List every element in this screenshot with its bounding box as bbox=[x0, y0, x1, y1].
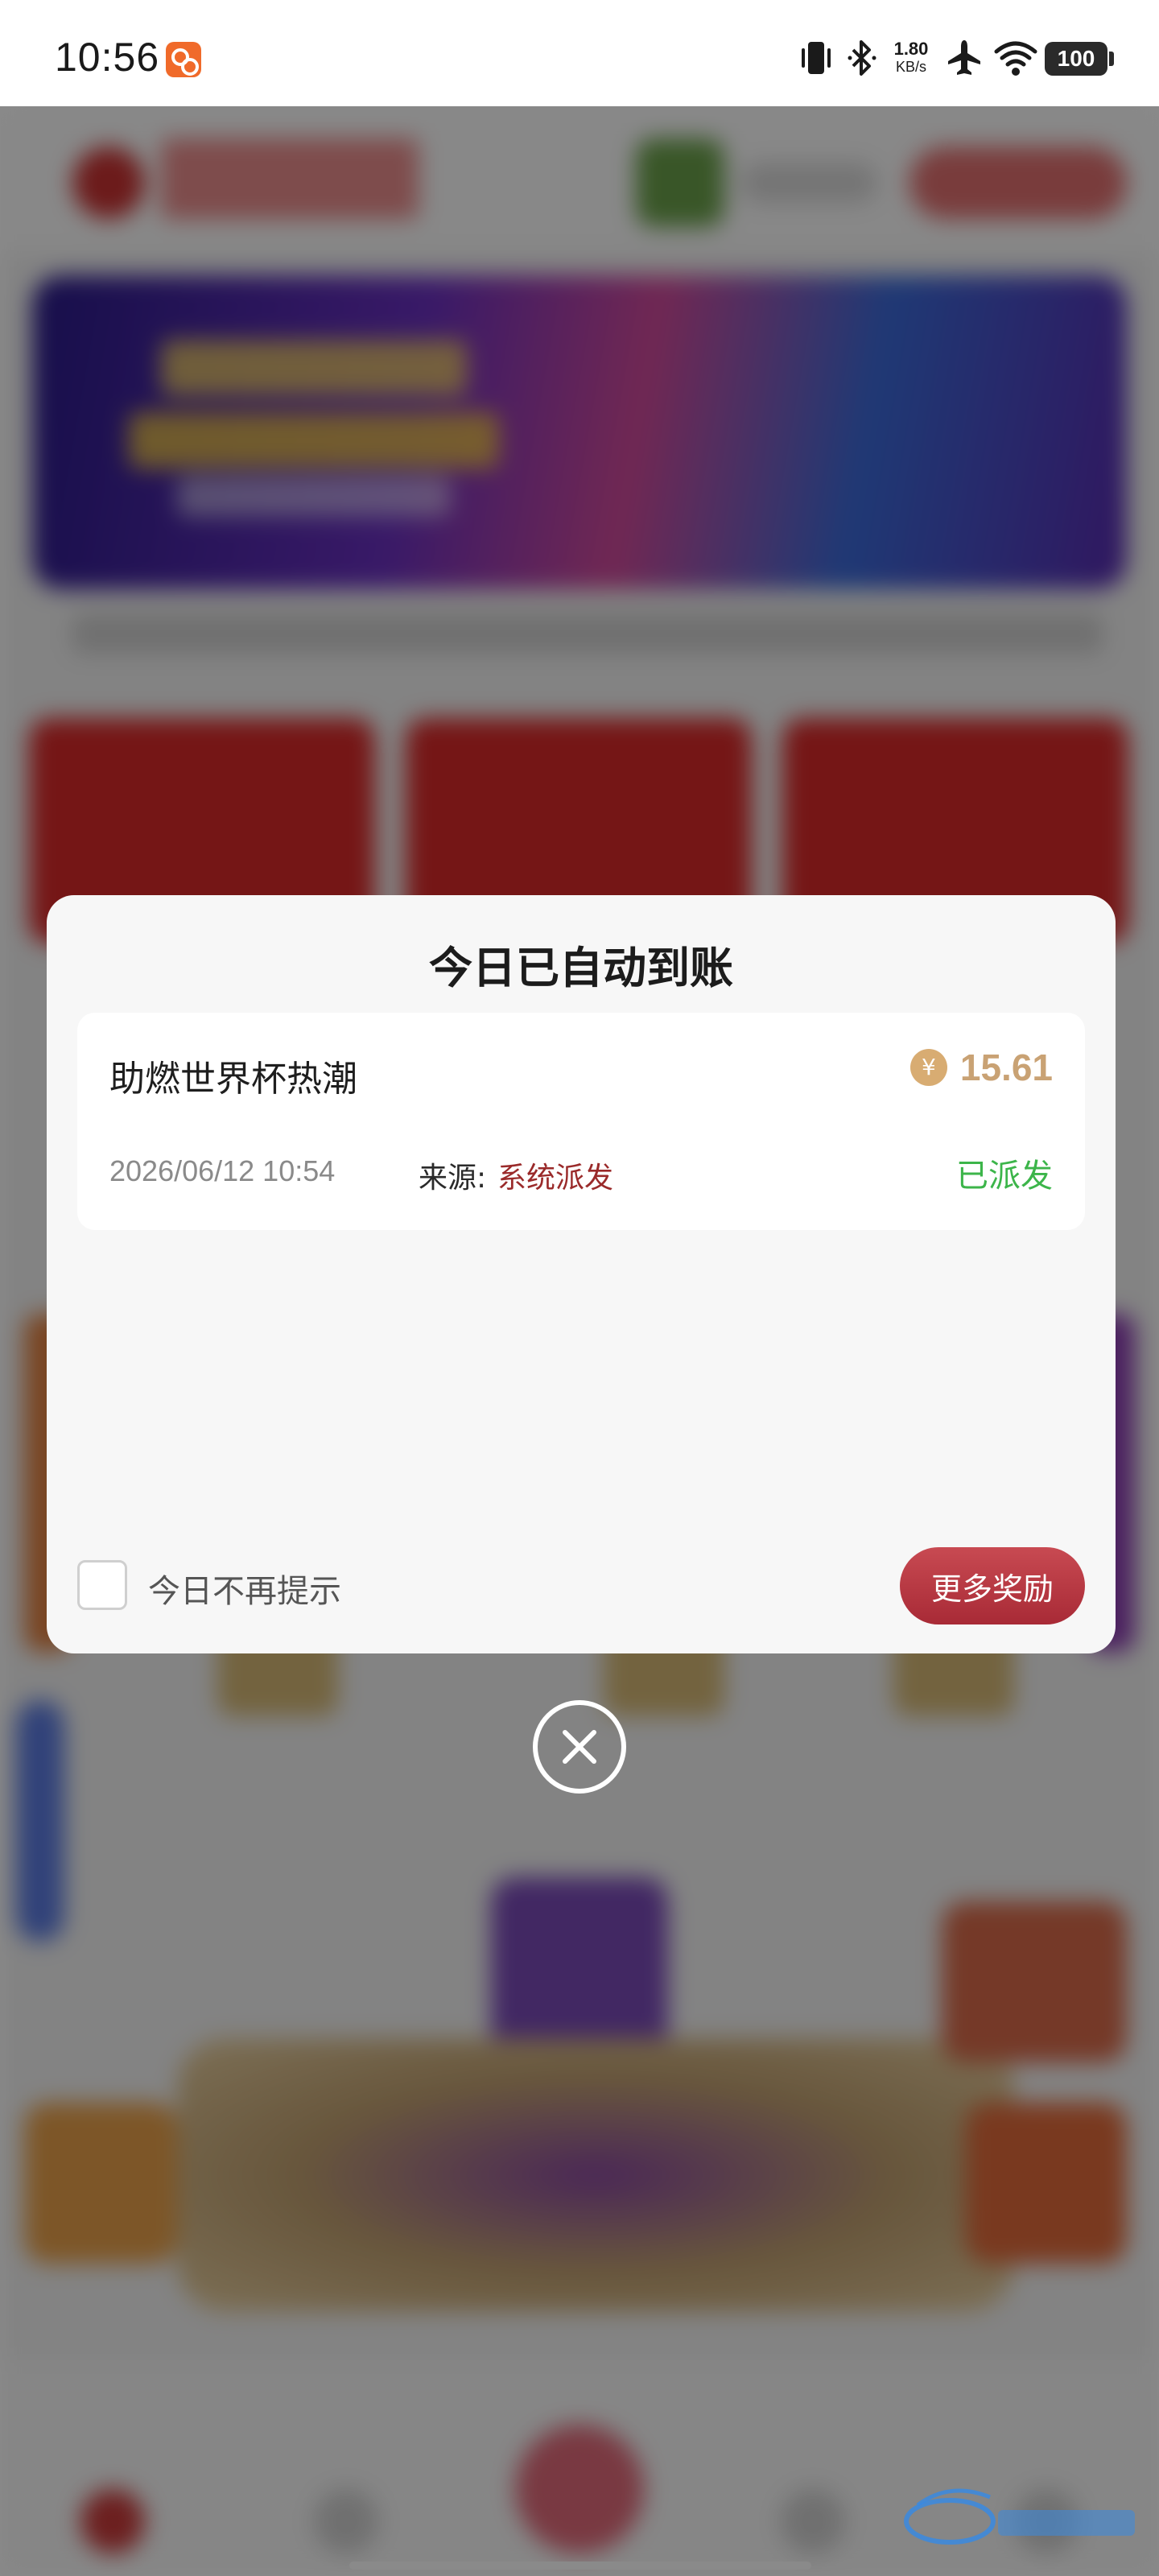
vibrate-icon bbox=[802, 42, 831, 74]
close-dialog-button[interactable] bbox=[533, 1700, 626, 1794]
status-icons: 1.80 KB/s 100 bbox=[797, 35, 1114, 84]
home-indicator[interactable] bbox=[349, 2562, 811, 2570]
reward-time: 2026/06/12 10:54 bbox=[109, 1154, 336, 1187]
amount-value: 15.61 bbox=[959, 1046, 1053, 1088]
reward-status: 已派发 bbox=[956, 1158, 1053, 1195]
status-time: 10:56 bbox=[55, 35, 160, 80]
network-speed-unit: KB/s bbox=[895, 59, 926, 75]
reward-amount: ¥ 15.61 bbox=[909, 1045, 1053, 1090]
coin-icon: ¥ bbox=[909, 1049, 947, 1086]
reward-name: 助燃世界杯热潮 bbox=[109, 1059, 357, 1100]
source-label: 来源: bbox=[419, 1162, 487, 1195]
network-speed-value: 1.80 bbox=[893, 39, 929, 59]
reward-card: 助燃世界杯热潮 ¥ 15.61 2026/06/12 10:54 来源: 系统派… bbox=[77, 1013, 1085, 1230]
more-rewards-button[interactable]: 更多奖励 bbox=[900, 1547, 1085, 1624]
dont-show-checkbox[interactable] bbox=[77, 1560, 127, 1610]
watermark-logo-icon bbox=[904, 2488, 1135, 2545]
app-notification-icon bbox=[166, 42, 201, 77]
wifi-icon bbox=[994, 41, 1037, 76]
network-speed: 1.80 KB/s bbox=[889, 40, 934, 76]
dialog-title: 今日已自动到账 bbox=[429, 943, 733, 993]
reward-dialog: 今日已自动到账 助燃世界杯热潮 ¥ 15.61 2026/06/12 10:54… bbox=[47, 895, 1116, 1653]
airplane-icon bbox=[948, 40, 980, 75]
close-icon bbox=[563, 1730, 596, 1764]
bluetooth-icon bbox=[848, 40, 876, 76]
source-value: 系统派发 bbox=[497, 1162, 614, 1195]
battery-icon: 100 bbox=[1045, 42, 1114, 76]
status-bar: 10:56 1.80 KB/s 100 bbox=[0, 0, 1159, 106]
dont-show-label[interactable]: 今日不再提示 bbox=[148, 1565, 341, 1612]
